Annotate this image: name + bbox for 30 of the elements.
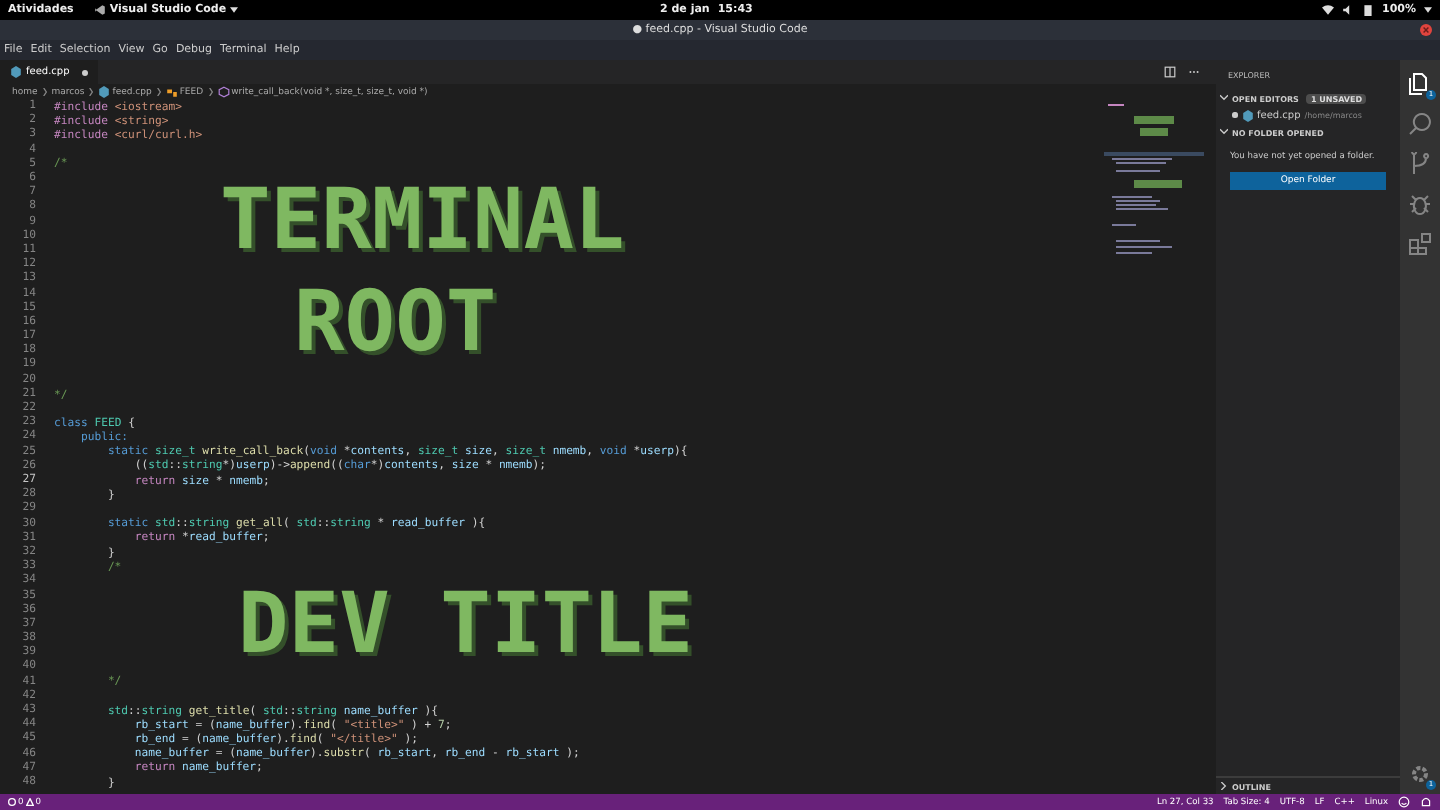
ascii-art-title: TERMINAL (220, 174, 627, 271)
chevron-icon[interactable] (1220, 128, 1228, 136)
ascii-art-title: DEV TITLE (238, 577, 696, 674)
chevron-right-icon (88, 88, 95, 96)
wifi-icon[interactable] (1322, 4, 1334, 16)
smiley-icon[interactable] (1398, 796, 1410, 808)
unsaved-dot-icon[interactable] (81, 69, 88, 75)
ascii-art-title: ROOT (294, 275, 499, 372)
warning-icon (25, 798, 34, 806)
chevron-icon[interactable] (1220, 94, 1228, 102)
chevron-right-icon (41, 88, 48, 96)
bell-icon[interactable] (1420, 796, 1432, 808)
split-editor-icon[interactable] (1164, 66, 1176, 78)
search-activity-icon[interactable] (1408, 112, 1432, 136)
battery-icon[interactable] (1362, 4, 1374, 16)
volume-icon[interactable] (1342, 4, 1354, 16)
caret-icon[interactable] (1424, 6, 1432, 14)
chevron-icon[interactable] (1220, 782, 1228, 790)
extensions-activity-icon[interactable] (1408, 232, 1432, 256)
class-icon (165, 86, 178, 98)
cube-icon (217, 86, 230, 98)
chevron-right-icon (207, 88, 214, 96)
error-icon (8, 798, 16, 806)
cpp-file-icon (1241, 109, 1253, 121)
source-control-activity-icon[interactable] (1408, 152, 1432, 176)
debug-activity-icon[interactable] (1408, 192, 1432, 216)
chevron-right-icon (155, 88, 162, 96)
cpp-file-icon (10, 66, 22, 78)
close-icon[interactable] (1420, 24, 1432, 36)
caret-icon (230, 6, 239, 14)
